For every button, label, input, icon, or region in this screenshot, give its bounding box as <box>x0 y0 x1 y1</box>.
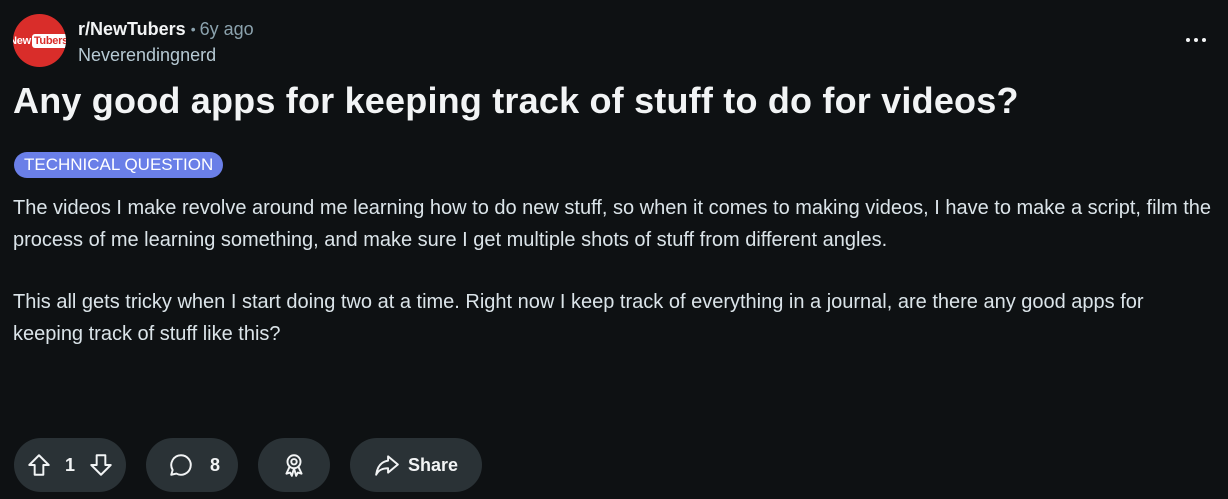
comment-icon-wrap <box>168 452 194 478</box>
post-body: The videos I make revolve around me lear… <box>13 192 1213 380</box>
post-meta-top: r/NewTubers • 6y ago <box>78 17 254 41</box>
post-header: New Tubers r/NewTubers • 6y ago Neverend… <box>13 14 254 67</box>
vote-count: 1 <box>64 454 75 475</box>
share-button[interactable]: Share <box>350 438 482 492</box>
comment-bubble-icon <box>170 454 192 476</box>
upvote-button[interactable] <box>26 452 52 478</box>
more-options-icon-dot <box>1194 38 1198 42</box>
share-label: Share <box>407 454 459 475</box>
meta-separator: • <box>190 21 196 37</box>
vote-control: 1 <box>14 438 126 492</box>
post-card: New Tubers r/NewTubers • 6y ago Neverend… <box>0 0 1228 499</box>
award-button[interactable] <box>258 438 330 492</box>
author-link[interactable]: Neverendingnerd <box>78 43 254 67</box>
logo-text-new: New <box>13 34 31 47</box>
action-bar: 1 8 Share <box>14 438 482 492</box>
more-options-icon <box>1186 38 1190 42</box>
post-flair[interactable]: TECHNICAL QUESTION <box>14 152 224 178</box>
award-icon-wrap <box>281 452 307 478</box>
post-time: 6y ago <box>199 19 254 39</box>
logo-text-tubers: Tubers <box>31 33 66 48</box>
post-title[interactable]: Any good apps for keeping track of stuff… <box>13 78 1019 124</box>
share-arrow-icon <box>375 455 399 476</box>
more-options-button[interactable] <box>1178 26 1214 54</box>
share-icon-wrap <box>374 452 400 478</box>
downvote-button[interactable] <box>88 452 114 478</box>
newtubers-logo: New Tubers <box>13 33 66 48</box>
downvote-arrow-icon <box>90 454 112 476</box>
award-ribbon-icon <box>285 454 303 477</box>
more-options-icon-dot <box>1202 38 1206 42</box>
comment-count: 8 <box>209 454 220 475</box>
comments-button[interactable]: 8 <box>146 438 238 492</box>
body-paragraph: This all gets tricky when I start doing … <box>13 291 1144 345</box>
upvote-arrow-icon <box>28 454 50 476</box>
post-meta: r/NewTubers • 6y ago Neverendingnerd <box>78 17 254 67</box>
subreddit-avatar[interactable]: New Tubers <box>13 14 66 67</box>
subreddit-link[interactable]: r/NewTubers <box>78 17 186 41</box>
body-paragraph: The videos I make revolve around me lear… <box>13 197 1211 251</box>
